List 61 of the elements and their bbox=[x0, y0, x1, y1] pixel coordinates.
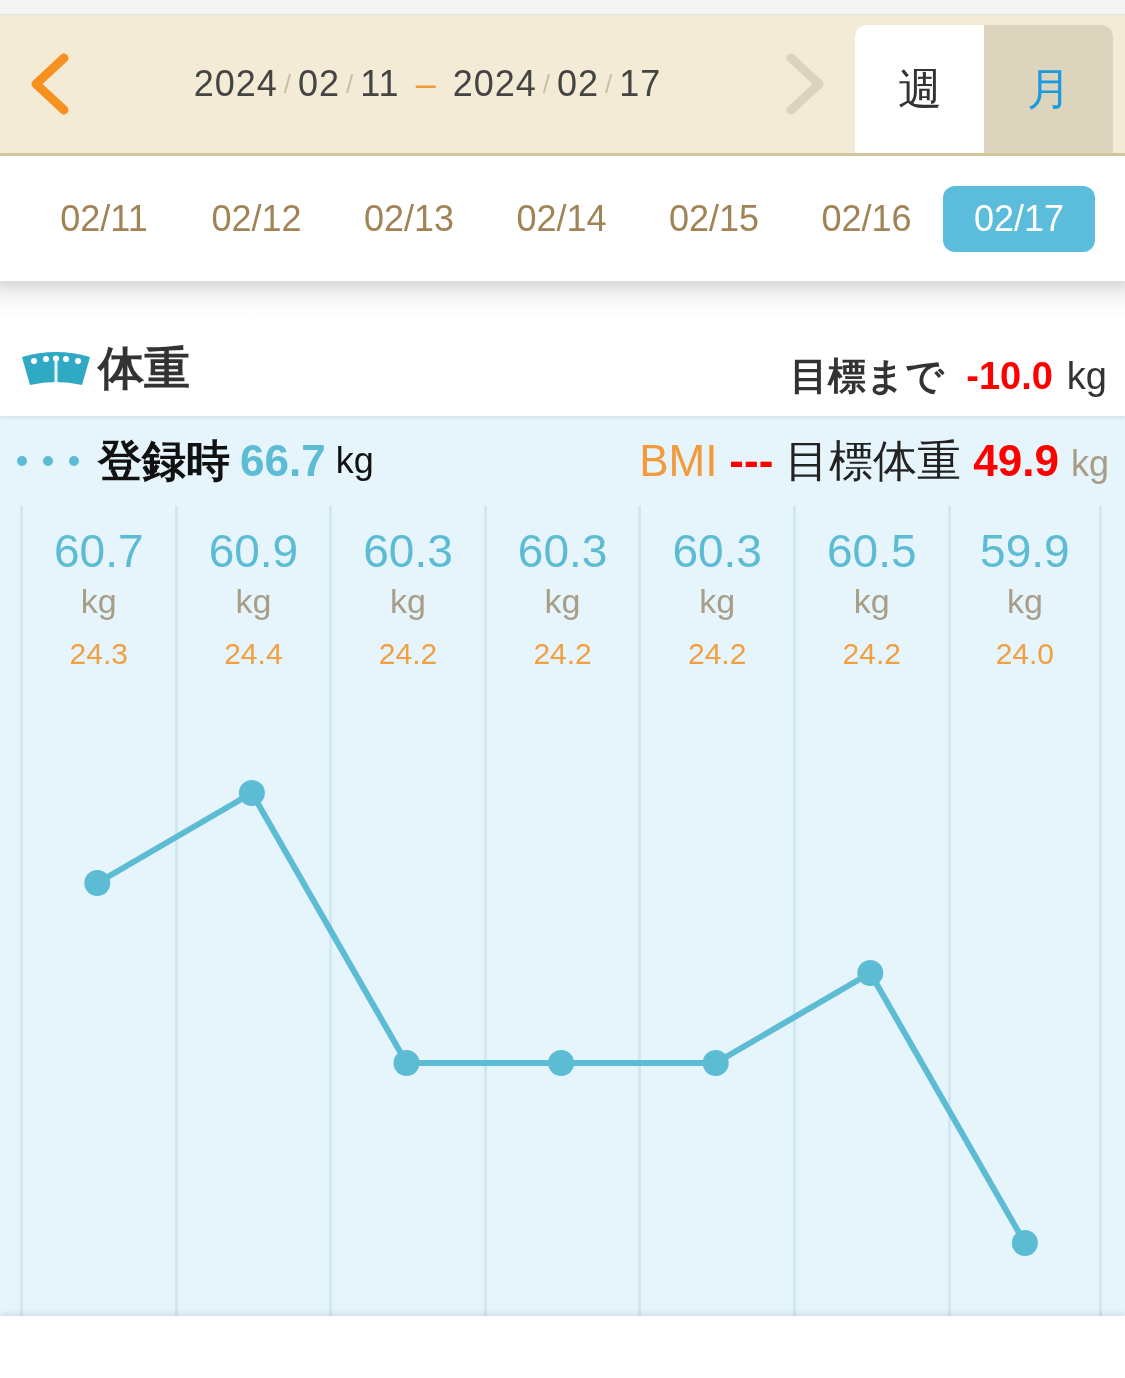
range-separator: – bbox=[415, 63, 437, 105]
weight-unit: kg bbox=[699, 582, 736, 621]
date-part: 2024 bbox=[452, 63, 537, 105]
initial-value: 66.7 bbox=[240, 436, 326, 486]
date-part: 11 bbox=[360, 63, 400, 105]
bmi-value: 24.0 bbox=[995, 637, 1055, 671]
data-point bbox=[702, 1050, 729, 1076]
date-separator: / bbox=[346, 68, 355, 100]
bmi-value: --- bbox=[729, 435, 774, 486]
weight-value: 60.9 bbox=[208, 524, 299, 578]
date-separator: / bbox=[283, 68, 292, 100]
date-separator: / bbox=[605, 68, 614, 100]
goal-value: -10.0 bbox=[966, 355, 1053, 398]
period-tab[interactable]: 週 bbox=[855, 25, 984, 153]
bmi-label: BMI bbox=[639, 435, 718, 486]
data-point bbox=[393, 1050, 420, 1076]
date-separator: / bbox=[542, 68, 551, 100]
data-point bbox=[857, 960, 884, 986]
bmi-value: 24.2 bbox=[533, 637, 592, 671]
goal-label: 目標まで bbox=[790, 354, 945, 399]
target-unit: kg bbox=[1070, 442, 1109, 485]
more-icon[interactable] bbox=[16, 455, 80, 467]
data-point bbox=[238, 780, 265, 806]
bmi-value: 24.3 bbox=[69, 637, 128, 671]
weight-value: 60.3 bbox=[672, 524, 762, 578]
day-tab[interactable]: 02/15 bbox=[638, 185, 790, 252]
weight-value: 59.9 bbox=[980, 524, 1070, 578]
date-part: 17 bbox=[619, 63, 662, 105]
bmi-value: 24.4 bbox=[224, 637, 283, 671]
date-part: 02 bbox=[557, 63, 600, 105]
date-part: 02 bbox=[298, 63, 341, 105]
weight-unit: kg bbox=[1006, 582, 1043, 621]
bmi-value: 24.2 bbox=[842, 637, 901, 671]
target-label: 目標体重 bbox=[785, 434, 962, 487]
data-point bbox=[548, 1050, 575, 1076]
day-tab[interactable]: 02/17 bbox=[943, 185, 1095, 252]
bmi-value: 24.2 bbox=[687, 637, 747, 671]
weight-value: 60.3 bbox=[363, 524, 453, 578]
date-part: 2024 bbox=[193, 63, 278, 105]
section-title: 体重 bbox=[98, 340, 190, 396]
weight-unit: kg bbox=[390, 582, 426, 621]
weight-unit: kg bbox=[235, 582, 272, 621]
target-value: 49.9 bbox=[973, 435, 1059, 486]
weight-unit: kg bbox=[544, 582, 581, 621]
weight-unit: kg bbox=[80, 582, 117, 621]
initial-unit: kg bbox=[335, 440, 374, 482]
weight-value: 60.7 bbox=[54, 524, 144, 578]
weight-value: 60.3 bbox=[517, 524, 608, 578]
day-tab[interactable]: 02/16 bbox=[790, 185, 943, 252]
day-tab[interactable]: 02/12 bbox=[180, 185, 333, 252]
data-point bbox=[1011, 1230, 1038, 1256]
weight-value: 60.5 bbox=[827, 524, 917, 578]
day-tab[interactable]: 02/14 bbox=[485, 185, 638, 252]
initial-label: 登録時 bbox=[98, 434, 230, 487]
day-tab[interactable]: 02/11 bbox=[28, 185, 180, 252]
data-point bbox=[84, 870, 111, 896]
weight-unit: kg bbox=[853, 582, 890, 621]
day-tab[interactable]: 02/13 bbox=[333, 185, 485, 252]
bmi-value: 24.2 bbox=[378, 637, 438, 671]
goal-unit: kg bbox=[1066, 355, 1107, 398]
period-tab[interactable]: 月 bbox=[984, 25, 1113, 153]
